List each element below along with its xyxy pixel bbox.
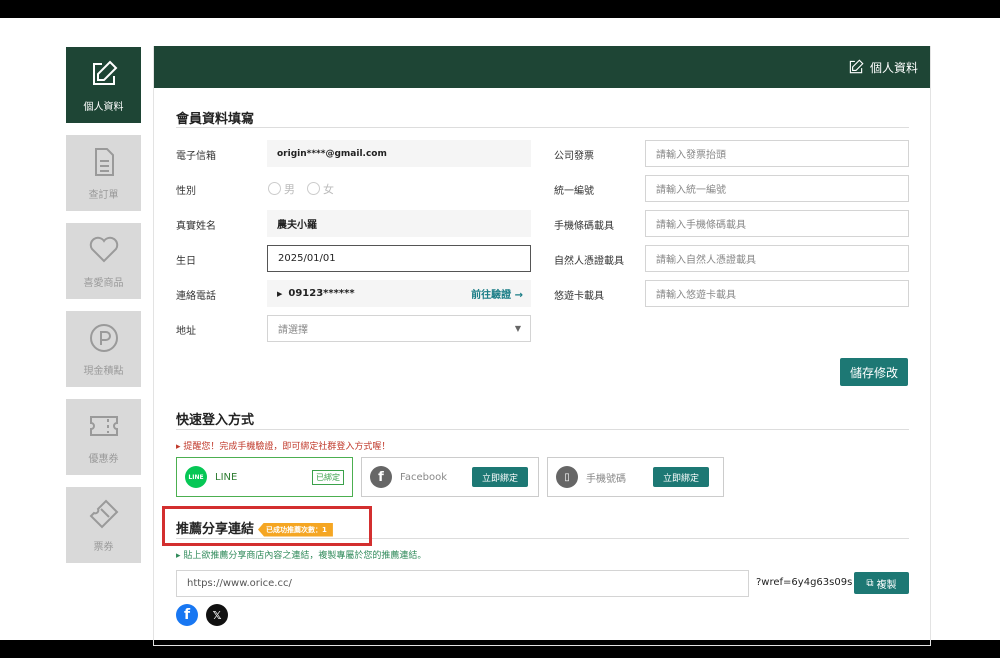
tax-id-input[interactable]: 請輸入統一編號 (645, 175, 909, 202)
divider (176, 127, 909, 128)
sidebar-item-points[interactable]: 現金積點 (66, 311, 141, 387)
gender-label: 性別 (176, 186, 196, 197)
name-label: 真實姓名 (176, 221, 216, 232)
document-icon (94, 147, 114, 176)
birthday-label: 生日 (176, 256, 196, 267)
phone-bullet: ▶ (277, 289, 283, 298)
sidebar-item-label: 查訂單 (88, 189, 119, 201)
phone-label: 連絡電話 (176, 291, 216, 302)
line-label: LINE (215, 471, 238, 483)
section-title-quick-login: 快速登入方式 (176, 413, 255, 428)
coupon-icon (89, 415, 118, 436)
sidebar-item-favorites[interactable]: 喜愛商品 (66, 223, 141, 299)
phone-verify-reminder: ▸ 提醒您！完成手機驗證，即可綁定社群登入方式喔！ (176, 442, 391, 452)
sidebar-item-profile[interactable]: 個人資料 (66, 47, 141, 123)
mobile-phone-icon: ▯ (556, 466, 578, 488)
email-field[interactable]: origin****@gmail.com (267, 140, 531, 167)
edit-icon (92, 60, 117, 85)
sidebar-item-orders[interactable]: 查訂單 (66, 135, 141, 211)
referral-note: ▸ 貼上欲推薦分享商店內容之連結，複製專屬於您的推薦連結。 (176, 551, 427, 561)
page-title: 個人資料 (869, 60, 918, 75)
sidebar-item-label: 個人資料 (83, 101, 124, 113)
verify-phone-link[interactable]: 前往驗證 → (471, 286, 523, 301)
facebook-label: Facebook (400, 471, 447, 483)
app-screen: 個人資料 查訂單 喜愛商品 現金積點 優惠券 票券 個人資料 會員資料填寫 電子… (0, 18, 1000, 646)
easycard-label: 悠遊卡載具 (554, 291, 604, 302)
gender-radio-group: 男 女 (258, 175, 458, 202)
divider (176, 429, 909, 430)
invoice-label: 公司發票 (554, 151, 594, 162)
invoice-input[interactable]: 請輸入發票抬頭 (645, 140, 909, 167)
gender-female-radio[interactable]: 女 (307, 181, 334, 197)
sidebar-item-label: 喜愛商品 (83, 277, 124, 289)
copy-button-label: 複製 (876, 579, 897, 591)
chevron-down-icon: ▼ (514, 324, 521, 333)
phone-login-option: ▯ 手機號碼 立即綁定 (547, 457, 724, 497)
referral-url-input[interactable]: https://www.orice.cc/ (176, 570, 749, 597)
ticket-icon (89, 499, 118, 528)
citizen-cert-input[interactable]: 請輸入自然人憑證載具 (645, 245, 909, 272)
section-title-member: 會員資料填寫 (176, 112, 255, 127)
sidebar-item-label: 現金積點 (83, 365, 124, 377)
mobile-barcode-label: 手機條碼載具 (554, 221, 614, 232)
phone-field[interactable]: ▶ 09123****** 前往驗證 → (267, 280, 531, 307)
facebook-icon: f (370, 466, 392, 488)
address-select-value: 請選擇 (278, 325, 308, 336)
address-select[interactable]: 請選擇 ▼ (267, 315, 531, 342)
phone-value: 09123****** (288, 288, 355, 299)
sidebar-item-tickets[interactable]: 票券 (66, 487, 141, 563)
main-panel: 個人資料 會員資料填寫 電子信箱 origin****@gmail.com 性別… (153, 46, 931, 646)
copy-icon: ⧉ (866, 577, 874, 589)
copy-button[interactable]: ⧉ 複製 (854, 572, 909, 594)
line-icon: LINE (185, 466, 207, 488)
sidebar-item-label: 優惠券 (88, 453, 119, 465)
phone-login-label: 手機號碼 (586, 473, 626, 485)
birthday-field[interactable]: 2025/01/01 (267, 245, 531, 272)
facebook-login-option: f Facebook 立即綁定 (361, 457, 539, 497)
address-label: 地址 (176, 326, 196, 337)
email-label: 電子信箱 (176, 151, 216, 162)
sidebar-item-coupons[interactable]: 優惠券 (66, 399, 141, 475)
referral-highlight-box (162, 506, 372, 546)
tax-id-label: 統一編號 (554, 186, 594, 197)
heart-icon (89, 236, 118, 262)
easycard-input[interactable]: 請輸入悠遊卡載具 (645, 280, 909, 307)
gender-male-radio[interactable]: 男 (268, 181, 295, 197)
mobile-barcode-input[interactable]: 請輸入手機條碼載具 (645, 210, 909, 237)
sidebar-item-label: 票券 (93, 541, 114, 553)
x-share-icon[interactable]: 𝕏 (206, 604, 228, 626)
save-button[interactable]: 儲存修改 (840, 358, 908, 386)
bind-facebook-button[interactable]: 立即綁定 (472, 467, 528, 487)
line-login-option: LINE LINE 已綁定 (176, 457, 353, 497)
points-icon (89, 323, 118, 352)
page-header: 個人資料 (154, 46, 930, 88)
name-field[interactable]: 農夫小羅 (267, 210, 531, 237)
referral-wref-code: ?wref=6y4g63s09s (756, 577, 853, 588)
citizen-cert-label: 自然人憑證載具 (554, 256, 624, 267)
sidebar: 個人資料 查訂單 喜愛商品 現金積點 優惠券 票券 (66, 47, 141, 575)
facebook-share-icon[interactable]: f (176, 604, 198, 626)
edit-icon (849, 59, 864, 74)
bind-phone-button[interactable]: 立即綁定 (653, 467, 709, 487)
line-bound-badge: 已綁定 (312, 469, 344, 485)
